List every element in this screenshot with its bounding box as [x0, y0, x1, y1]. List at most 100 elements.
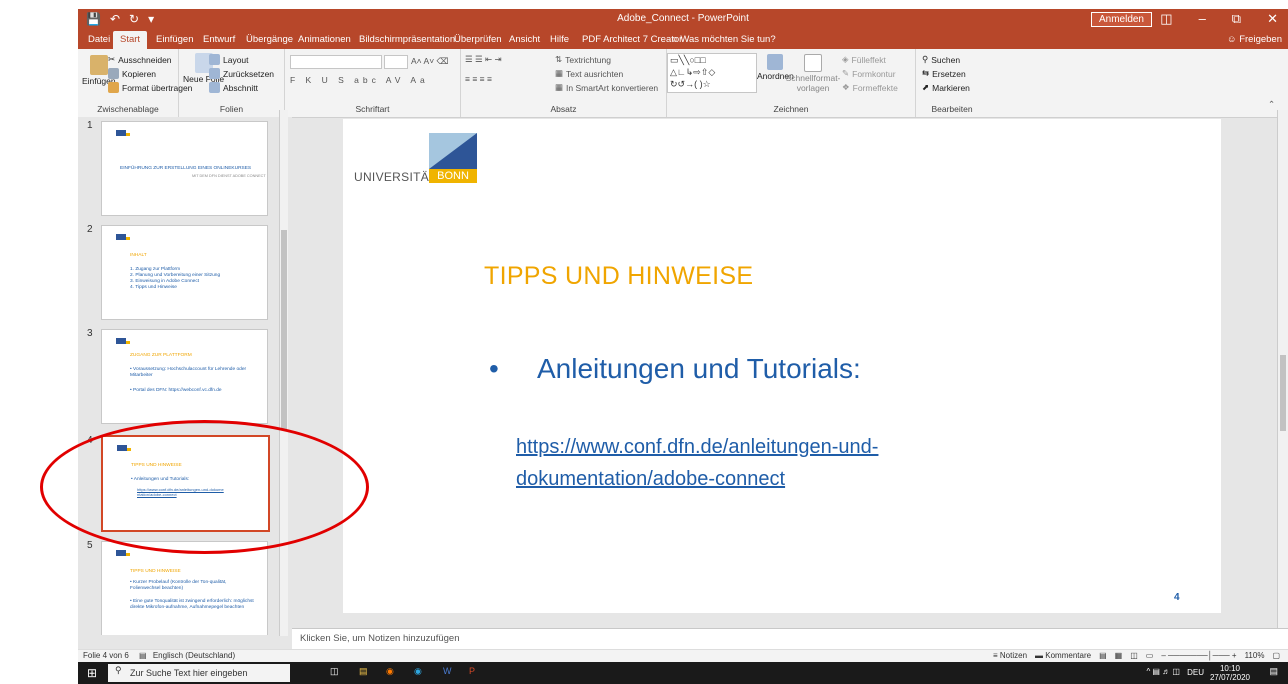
slide-thumbnail-3[interactable]: ZUGANG ZUR PLATTFORM • Voraussetzung: Ho…: [101, 329, 268, 424]
paragraph-group-label: Absatz: [550, 104, 577, 114]
scissors-icon: ✂: [108, 54, 116, 64]
list-buttons[interactable]: ☰ ☰ ⇤ ⇥: [465, 54, 502, 65]
tab-ansicht[interactable]: Ansicht: [509, 34, 540, 45]
align-buttons[interactable]: ≡ ≡ ≡ ≡: [465, 74, 492, 84]
tell-me-search[interactable]: ○ Was möchten Sie tun?: [672, 34, 776, 45]
editor-scrollbar[interactable]: [1277, 110, 1288, 636]
sorter-view-icon[interactable]: ▦: [1115, 651, 1123, 660]
link-line[interactable]: https://www.conf.dfn.de/anleitungen-und-: [516, 431, 878, 463]
taskbar-search[interactable]: Zur Suche Text hier eingeben: [108, 664, 290, 682]
thumb-title: ZUGANG ZUR PLATTFORM: [130, 353, 192, 358]
share-button[interactable]: ☺ Freigeben: [1227, 34, 1282, 45]
shape-outline-button[interactable]: ✎ Formkontur: [842, 68, 896, 79]
layout-icon: [209, 54, 220, 65]
text-direction-button[interactable]: ⇅ Textrichtung: [555, 54, 611, 65]
tab-entwurf[interactable]: Entwurf: [203, 34, 235, 45]
group-slides: Neue Folie Layout Zurücksetzen Abschnitt…: [179, 49, 285, 117]
windows-start-icon[interactable]: ⊞: [87, 666, 97, 680]
word-icon[interactable]: W: [443, 666, 452, 676]
text-direction-label: Textrichtung: [565, 54, 611, 65]
logo-accent: [126, 553, 130, 556]
normal-view-icon[interactable]: ▤: [1099, 651, 1107, 660]
zoom-level[interactable]: 110%: [1245, 651, 1265, 660]
quick-styles-button[interactable]: Schnellformat-vorlagen: [786, 54, 840, 93]
system-tray-icons[interactable]: ^ ▤ ♬ ◫: [1146, 667, 1180, 676]
input-language[interactable]: DEU: [1187, 668, 1204, 677]
tab-animationen[interactable]: Animationen: [298, 34, 351, 45]
slide-title[interactable]: TIPPS UND HINWEISE: [484, 262, 753, 291]
comments-toggle[interactable]: ▬ Kommentare: [1035, 651, 1091, 660]
reading-view-icon[interactable]: ◫: [1130, 651, 1138, 660]
university-logo-icon: [116, 550, 126, 556]
tab-bildschirmpraesentation[interactable]: Bildschirmpräsentation: [359, 34, 455, 45]
reset-button[interactable]: Zurücksetzen: [209, 68, 274, 79]
slide-thumbnail-5[interactable]: TIPPS UND HINWEISE • Kurzer Probelauf (K…: [101, 541, 268, 635]
cut-button[interactable]: ✂ Ausschneiden: [108, 54, 172, 65]
shape-effects-button[interactable]: ❖ Formeffekte: [842, 82, 898, 93]
thumb-item: • Eine gute Tonqualität ist zwingend erf…: [130, 599, 254, 610]
collapse-ribbon-icon[interactable]: ⌃: [1268, 99, 1275, 110]
zoom-slider[interactable]: – ───────│─── +: [1161, 651, 1236, 660]
file-explorer-icon[interactable]: ▤: [359, 666, 368, 677]
task-view-icon[interactable]: ◫: [330, 666, 339, 677]
slide-canvas[interactable]: UNIVERSITÄT BONN TIPPS UND HINWEISE • An…: [343, 119, 1221, 613]
tell-me-label: Was möchten Sie tun?: [680, 34, 776, 45]
tab-datei[interactable]: Datei: [88, 34, 110, 45]
notes-icon: ≡: [993, 651, 1000, 660]
thumbnail-scrollbar[interactable]: [279, 110, 288, 636]
clock-time: 10:10: [1219, 664, 1240, 673]
notifications-icon[interactable]: ▤: [1269, 666, 1278, 677]
link-line[interactable]: dokumentation/adobe-connect: [516, 463, 878, 495]
maximize-icon[interactable]: ⧉: [1232, 11, 1241, 27]
section-button[interactable]: Abschnitt: [209, 82, 258, 93]
tab-einfuegen[interactable]: Einfügen: [156, 34, 194, 45]
thumb-title: INHALT: [130, 253, 147, 258]
smartart-label: In SmartArt konvertieren: [566, 82, 659, 93]
find-button[interactable]: ⚲ Suchen: [922, 54, 960, 65]
clock[interactable]: 10:10 27/07/2020: [1210, 664, 1250, 682]
spellcheck-icon[interactable]: ▤: [139, 651, 147, 660]
edge-icon[interactable]: ◉: [414, 666, 422, 677]
tab-pdf-architect[interactable]: PDF Architect 7 Creator: [582, 34, 682, 45]
font-size-combo[interactable]: [384, 55, 408, 69]
comment-icon: ▬: [1035, 651, 1046, 660]
fit-slide-icon[interactable]: ▢: [1272, 651, 1280, 660]
powerpoint-icon[interactable]: P: [469, 666, 475, 676]
shape-fill-label: Fülleffekt: [851, 54, 886, 65]
layout-button[interactable]: Layout: [209, 54, 249, 65]
select-button[interactable]: ⬈ Markieren: [922, 82, 970, 93]
minimize-icon[interactable]: –: [1199, 11, 1206, 27]
shapes-gallery[interactable]: ▭╲╲○□□ △∟↳⇨⇧◇ ↻↺→( )☆: [667, 53, 757, 93]
tutorial-link[interactable]: https://www.conf.dfn.de/anleitungen-und-…: [516, 431, 878, 495]
slide-thumbnail-1[interactable]: EINFÜHRUNG ZUR ERSTELLUNG EINES ONLINEKU…: [101, 121, 268, 216]
firefox-icon[interactable]: ◉: [386, 666, 394, 677]
smartart-button[interactable]: ▦ In SmartArt konvertieren: [555, 82, 658, 93]
scrollbar-thumb[interactable]: [281, 230, 287, 430]
tab-ueberpruefen[interactable]: Überprüfen: [454, 34, 502, 45]
thumb-subtitle: MIT DEM DFN DIENST ADOBE CONNECT: [192, 174, 266, 178]
slides-group-label: Folien: [219, 104, 244, 114]
shape-fill-button[interactable]: ◈ Fülleffekt: [842, 54, 886, 65]
close-icon[interactable]: ✕: [1267, 11, 1278, 27]
signin-button[interactable]: Anmelden: [1090, 12, 1152, 27]
align-text-button[interactable]: ▦ Text ausrichten: [555, 68, 623, 79]
font-name-combo[interactable]: [290, 55, 382, 69]
notes-toggle[interactable]: ≡ Notizen: [993, 651, 1027, 660]
university-logo-icon: [116, 234, 126, 240]
copy-button[interactable]: Kopieren: [108, 68, 156, 79]
notes-pane[interactable]: Klicken Sie, um Notizen hinzuzufügen: [292, 628, 1288, 649]
ribbon-display-icon[interactable]: ◫: [1160, 11, 1172, 27]
slideshow-view-icon[interactable]: ▭: [1146, 651, 1154, 660]
tab-uebergaenge[interactable]: Übergänge: [246, 34, 293, 45]
font-size-buttons[interactable]: A˄ A˅ ⌫: [411, 56, 449, 67]
status-bar: Folie 4 von 6 ▤ Englisch (Deutschland) ≡…: [78, 649, 1288, 663]
group-editing: ⚲ Suchen ⇆ Ersetzen ⬈ Markieren Bearbeiten: [916, 49, 988, 117]
replace-button[interactable]: ⇆ Ersetzen: [922, 68, 966, 79]
slide-thumbnail-2[interactable]: INHALT 1. Zugang zur Plattform 2. Planun…: [101, 225, 268, 320]
font-format-buttons[interactable]: F K U S abc AV Aa: [290, 75, 429, 85]
copy-label: Kopieren: [122, 68, 157, 79]
scrollbar-thumb[interactable]: [1280, 355, 1286, 431]
language-indicator[interactable]: Englisch (Deutschland): [153, 651, 235, 660]
tab-hilfe[interactable]: Hilfe: [550, 34, 569, 45]
tab-start[interactable]: Start: [113, 31, 148, 49]
